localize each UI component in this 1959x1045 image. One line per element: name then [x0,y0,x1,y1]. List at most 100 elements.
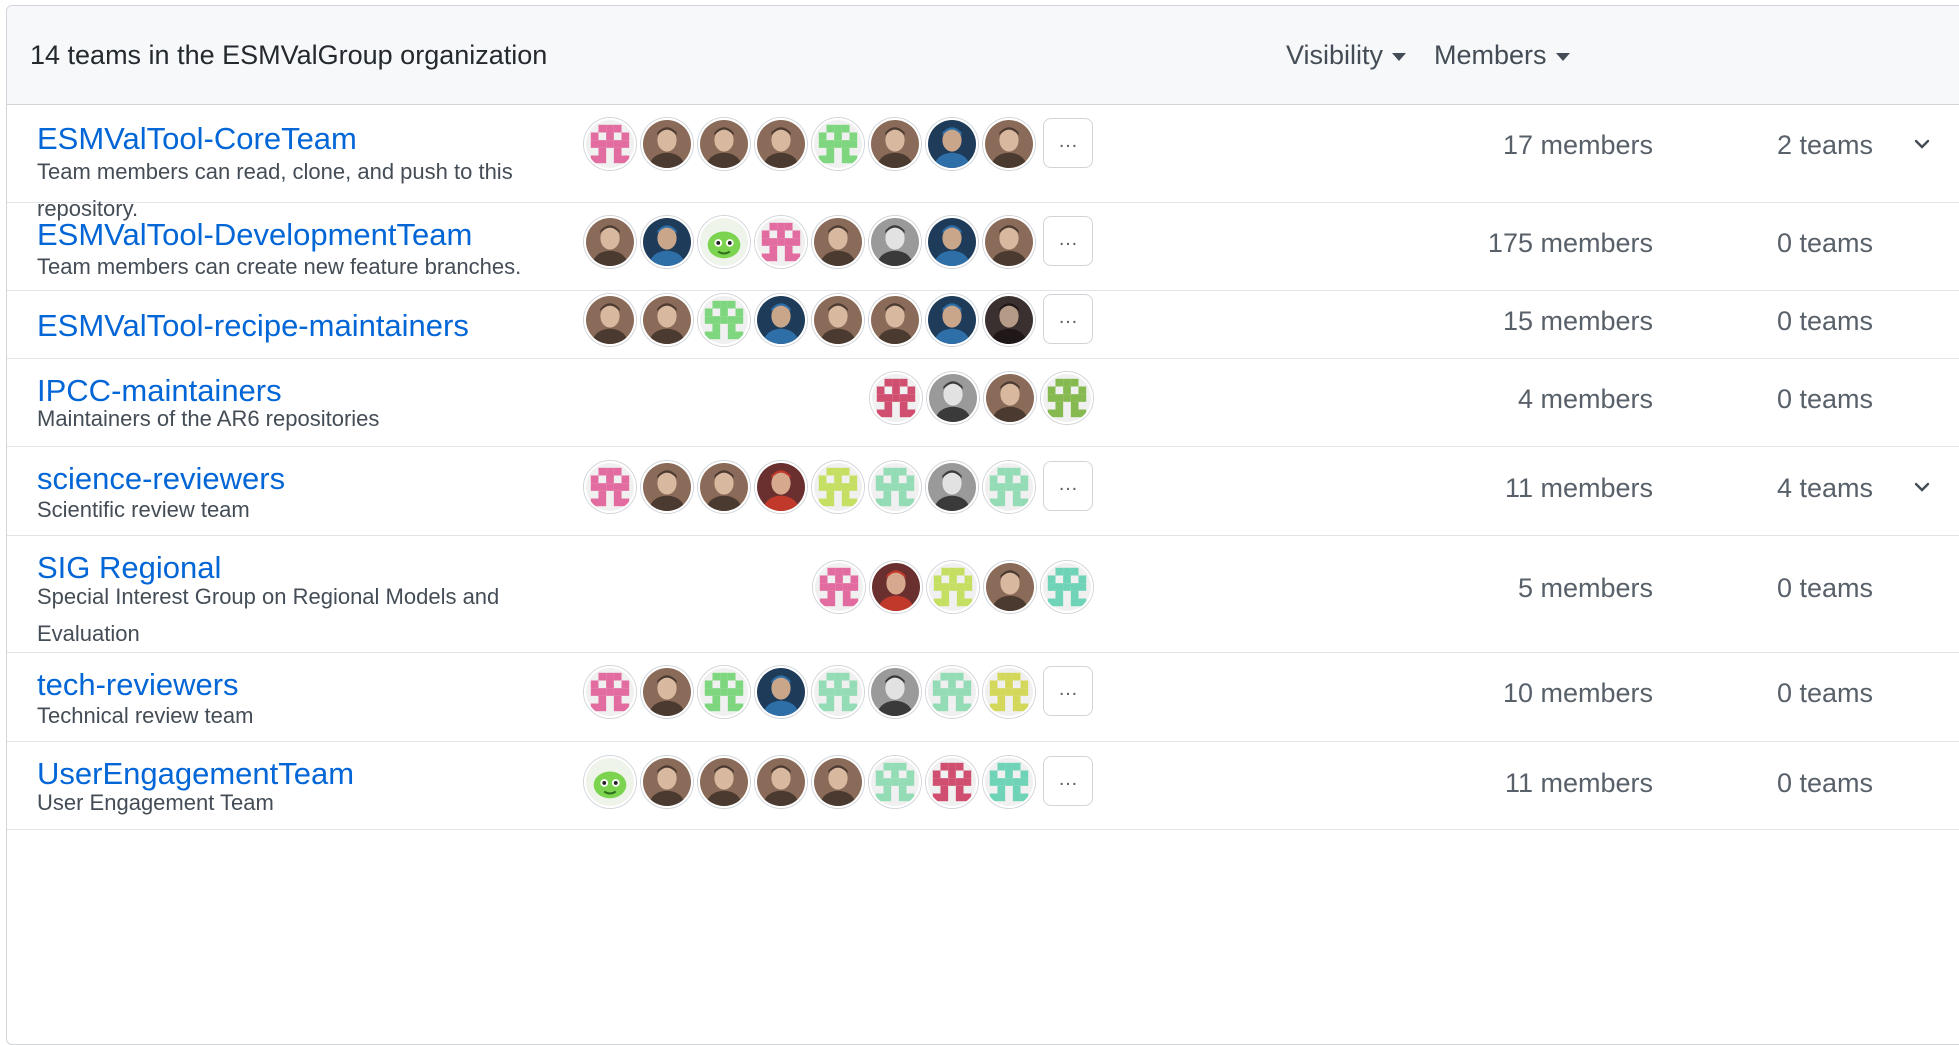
team-member-avatars: … [579,294,1093,346]
caret-down-icon [1555,52,1570,61]
teams-list-header: 14 teams in the ESMValGroup organization… [7,6,1959,105]
member-avatar[interactable] [870,561,922,613]
team-name-link[interactable]: ESMValTool-CoreTeam [37,121,357,157]
chevron-down-icon[interactable] [1913,135,1931,153]
chevron-down-icon[interactable] [1913,478,1931,496]
member-avatar[interactable] [584,294,636,346]
member-avatar[interactable] [869,216,921,268]
member-avatar[interactable] [983,666,1035,718]
member-avatar[interactable] [812,756,864,808]
child-teams-count[interactable]: 0 teams [1777,573,1873,604]
team-members-count[interactable]: 5 members [1393,573,1653,604]
team-members-count[interactable]: 15 members [1393,306,1653,337]
member-avatar[interactable] [983,118,1035,170]
team-row: ESMValTool-DevelopmentTeam Team members c… [7,202,1959,291]
team-member-avatars: … [579,461,1093,513]
member-avatar[interactable] [813,561,865,613]
member-avatar[interactable] [641,461,693,513]
member-avatar[interactable] [870,372,922,424]
member-avatar[interactable] [983,461,1035,513]
member-avatar[interactable] [926,118,978,170]
child-teams-count[interactable]: 0 teams [1777,678,1873,709]
member-avatar[interactable] [584,118,636,170]
member-avatar[interactable] [584,756,636,808]
member-avatar[interactable] [755,461,807,513]
team-name-link[interactable]: ESMValTool-recipe-maintainers [37,308,469,344]
member-avatar[interactable] [755,666,807,718]
team-member-avatars [808,561,1093,613]
member-avatar[interactable] [869,666,921,718]
member-avatar[interactable] [698,461,750,513]
team-row: tech-reviewers Technical review team… 10 m… [7,652,1959,742]
child-teams-count[interactable]: 0 teams [1777,228,1873,259]
member-avatar[interactable] [926,294,978,346]
child-teams-count[interactable]: 0 teams [1777,768,1873,799]
child-teams-count[interactable]: 0 teams [1777,384,1873,415]
member-avatar[interactable] [1041,372,1093,424]
member-avatar[interactable] [755,118,807,170]
member-avatar[interactable] [812,294,864,346]
child-teams-count[interactable]: 4 teams [1777,473,1873,504]
child-teams-count[interactable]: 2 teams [1777,130,1873,161]
member-avatar[interactable] [869,461,921,513]
member-avatar[interactable] [926,461,978,513]
member-avatar[interactable] [641,294,693,346]
member-avatar[interactable] [869,118,921,170]
member-avatar[interactable] [983,216,1035,268]
member-avatar[interactable] [698,756,750,808]
member-avatar[interactable] [755,294,807,346]
member-avatar[interactable] [755,756,807,808]
member-avatar[interactable] [584,461,636,513]
team-members-count[interactable]: 175 members [1393,228,1653,259]
member-avatar[interactable] [812,118,864,170]
team-description: Special Interest Group on Regional Model… [37,584,500,646]
team-row: IPCC-maintainers Maintainers of the AR6 r… [7,358,1959,447]
team-member-avatars: … [579,216,1093,268]
team-members-count[interactable]: 11 members [1393,473,1653,504]
member-avatar[interactable] [641,666,693,718]
member-avatar[interactable] [698,294,750,346]
more-members-button[interactable]: … [1043,461,1093,511]
member-avatar[interactable] [983,294,1035,346]
member-avatar[interactable] [812,216,864,268]
member-avatar[interactable] [926,756,978,808]
team-description: Scientific review team [37,497,250,522]
member-avatar[interactable] [812,666,864,718]
more-members-button[interactable]: … [1043,756,1093,806]
member-avatar[interactable] [584,216,636,268]
member-avatar[interactable] [641,756,693,808]
visibility-filter-button[interactable]: Visibility [1286,40,1407,71]
member-avatar[interactable] [755,216,807,268]
member-avatar[interactable] [584,666,636,718]
member-avatar[interactable] [698,666,750,718]
team-members-count[interactable]: 11 members [1393,768,1653,799]
more-members-button[interactable]: … [1043,118,1093,168]
member-avatar[interactable] [927,372,979,424]
child-teams-count[interactable]: 0 teams [1777,306,1873,337]
team-members-count[interactable]: 10 members [1393,678,1653,709]
member-avatar[interactable] [984,561,1036,613]
team-description: Technical review team [37,703,254,728]
member-avatar[interactable] [641,216,693,268]
member-avatar[interactable] [1041,561,1093,613]
team-members-count[interactable]: 4 members [1393,384,1653,415]
member-avatar[interactable] [869,294,921,346]
member-avatar[interactable] [926,666,978,718]
member-avatar[interactable] [869,756,921,808]
member-avatar[interactable] [641,118,693,170]
member-avatar[interactable] [983,756,1035,808]
more-members-button[interactable]: … [1043,216,1093,266]
member-avatar[interactable] [927,561,979,613]
member-avatar[interactable] [698,216,750,268]
team-row: ESMValTool-CoreTeam Team members can read… [7,104,1959,221]
members-filter-button[interactable]: Members [1434,40,1570,71]
member-avatar[interactable] [984,372,1036,424]
member-avatar[interactable] [812,461,864,513]
more-members-button[interactable]: … [1043,294,1093,344]
team-row: ESMValTool-recipe-maintainers … 15 members… [7,290,1959,359]
more-members-button[interactable]: … [1043,666,1093,716]
member-avatar[interactable] [926,216,978,268]
team-member-avatars: … [579,756,1093,808]
team-members-count[interactable]: 17 members [1393,130,1653,161]
member-avatar[interactable] [698,118,750,170]
